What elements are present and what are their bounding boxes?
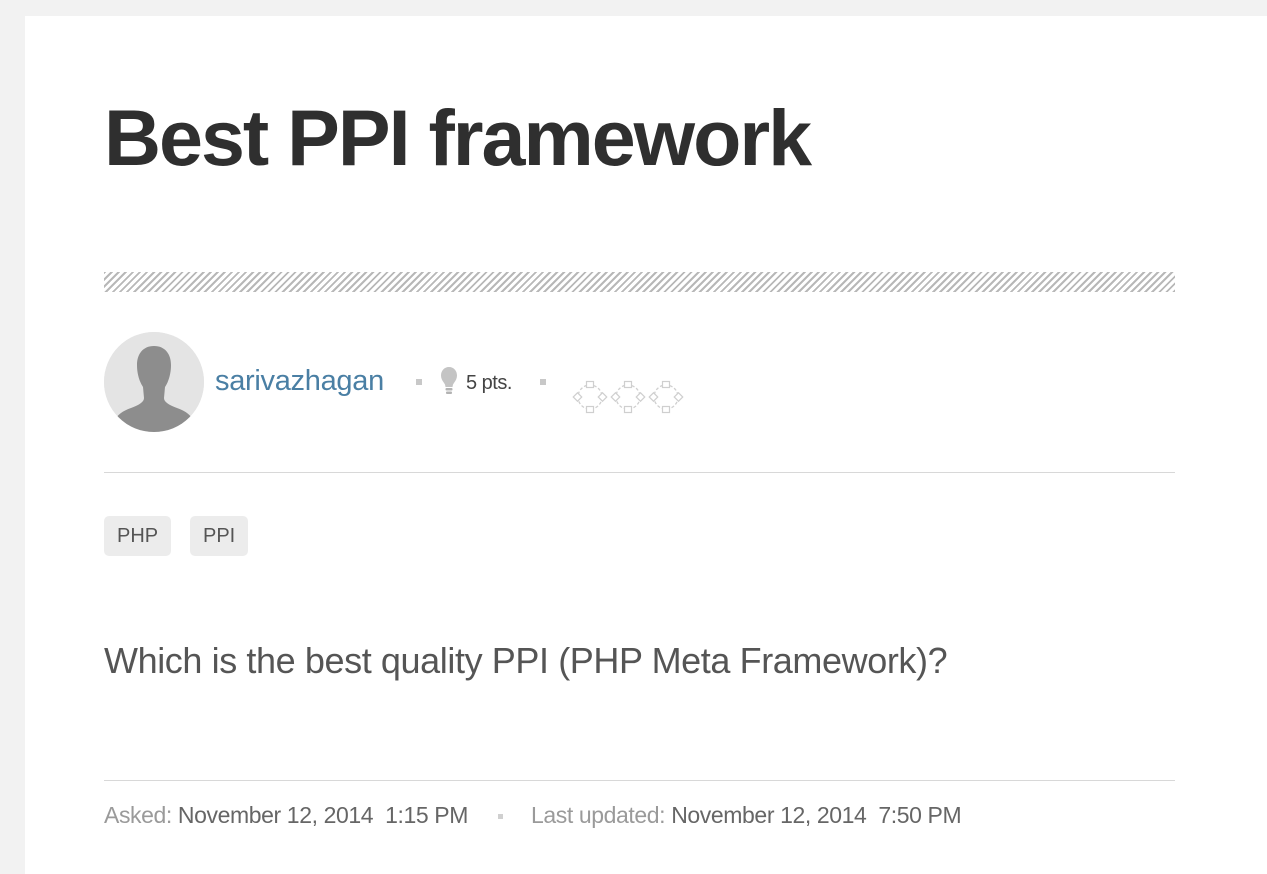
author-points: 5 pts. — [466, 372, 512, 394]
lightbulb-icon — [441, 367, 457, 394]
question-card: Best PPI framework sarivazhagan 5 pts. P… — [25, 16, 1267, 874]
divider — [104, 472, 1175, 473]
separator-dot — [540, 379, 546, 385]
badge-outline-icon[interactable] — [610, 379, 646, 415]
default-avatar-icon — [104, 332, 204, 432]
divider — [104, 780, 1175, 781]
asked-date: November 12, 2014 1:15 PM — [177, 802, 468, 828]
separator-dot — [416, 379, 422, 385]
badge-list — [572, 379, 687, 415]
badge-outline-icon[interactable] — [648, 379, 684, 415]
author-username-link[interactable]: sarivazhagan — [215, 365, 384, 398]
page-title: Best PPI framework — [104, 93, 812, 182]
updated-date: November 12, 2014 7:50 PM — [671, 802, 962, 828]
asked-label: Asked: — [104, 802, 172, 828]
badge-outline-icon[interactable] — [572, 379, 608, 415]
hatched-divider — [104, 272, 1175, 292]
question-meta: Asked: November 12, 2014 1:15 PM Last up… — [104, 802, 962, 829]
author-info: sarivazhagan 5 pts. — [104, 332, 1175, 432]
updated-label: Last updated: — [530, 802, 666, 828]
tag-ppi[interactable]: PPI — [190, 516, 249, 556]
separator-dot — [497, 814, 503, 820]
question-body: Which is the best quality PPI (PHP Meta … — [104, 640, 948, 681]
avatar[interactable] — [104, 332, 204, 432]
tag-php[interactable]: PHP — [104, 516, 172, 556]
